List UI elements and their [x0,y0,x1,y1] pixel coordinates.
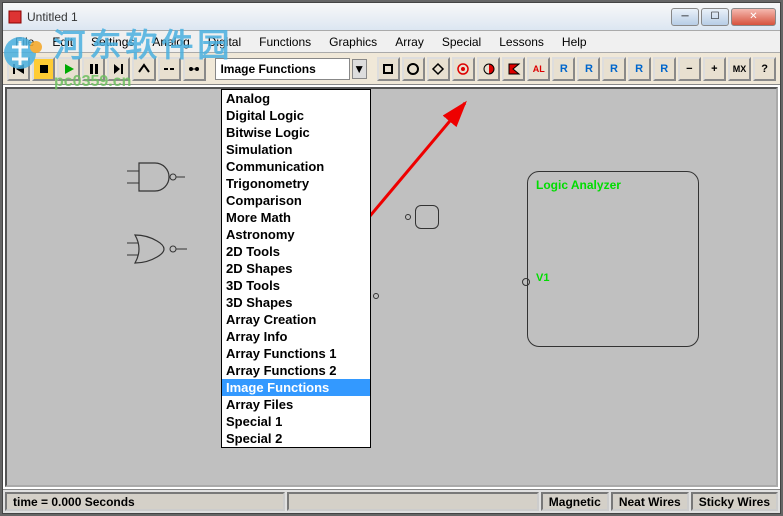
titlebar: Untitled 1 ─ ☐ ✕ [3,3,780,31]
menu-digital[interactable]: Digital [200,33,249,51]
status-time: time = 0.000 Seconds [5,492,285,511]
toolbar: Image Functions ▼ AL R R R R R − + MX ? [3,53,780,85]
dropdown-item-trigonometry[interactable]: Trigonometry [222,175,370,192]
status-magnetic[interactable]: Magnetic [541,492,609,511]
tool-plus-button[interactable]: + [703,57,726,81]
tool-r5-button[interactable]: R [653,57,676,81]
dropdown-item-2d-tools[interactable]: 2D Tools [222,243,370,260]
rewind-button[interactable] [7,57,30,81]
functions-dropdown-list: Analog Digital Logic Bitwise Logic Simul… [221,89,371,448]
dropdown-item-communication[interactable]: Communication [222,158,370,175]
dropdown-item-array-info[interactable]: Array Info [222,328,370,345]
dropdown-item-image-functions[interactable]: Image Functions [222,379,370,396]
tool-r4-button[interactable]: R [628,57,651,81]
functions-dropdown-value: Image Functions [220,62,315,76]
menu-functions[interactable]: Functions [251,33,319,51]
window-title: Untitled 1 [27,10,671,24]
dropdown-item-astronomy[interactable]: Astronomy [222,226,370,243]
logic-analyzer-port-icon [522,278,530,286]
logic-analyzer[interactable]: Logic Analyzer V1 [527,171,699,347]
dropdown-item-2d-shapes[interactable]: 2D Shapes [222,260,370,277]
canvas[interactable]: Analog Digital Logic Bitwise Logic Simul… [5,87,778,487]
status-neat-wires[interactable]: Neat Wires [611,492,689,511]
dropdown-item-special-2[interactable]: Special 2 [222,430,370,447]
connect-button[interactable] [183,57,206,81]
functions-dropdown[interactable]: Image Functions [215,58,349,80]
menu-file[interactable]: File [7,33,42,51]
statusbar: time = 0.000 Seconds Magnetic Neat Wires… [3,489,780,513]
maximize-button[interactable]: ☐ [701,8,729,26]
small-block[interactable] [415,205,439,229]
step-button[interactable] [107,57,130,81]
tool-r3-button[interactable]: R [602,57,625,81]
tool-target-button[interactable] [452,57,475,81]
functions-dropdown-arrow[interactable]: ▼ [352,59,367,79]
menu-array[interactable]: Array [387,33,432,51]
dropdown-item-simulation[interactable]: Simulation [222,141,370,158]
menu-edit[interactable]: Edit [44,33,81,51]
close-button[interactable]: ✕ [731,8,776,26]
tool-half-button[interactable] [477,57,500,81]
dropdown-item-more-math[interactable]: More Math [222,209,370,226]
menubar: File Edit Settings Analog Digital Functi… [3,31,780,53]
tool-help-button[interactable]: ? [753,57,776,81]
logic-analyzer-port-label: V1 [536,272,549,284]
step-over-button[interactable] [132,57,155,81]
status-sticky-wires[interactable]: Sticky Wires [691,492,778,511]
dropdown-item-bitwise-logic[interactable]: Bitwise Logic [222,124,370,141]
app-icon [7,9,23,25]
status-spacer [287,492,539,511]
tool-diamond-button[interactable] [427,57,450,81]
dropdown-item-special-1[interactable]: Special 1 [222,413,370,430]
dropdown-item-array-files[interactable]: Array Files [222,396,370,413]
dropdown-item-3d-shapes[interactable]: 3D Shapes [222,294,370,311]
tool-mx-button[interactable]: MX [728,57,751,81]
dropdown-item-comparison[interactable]: Comparison [222,192,370,209]
menu-help[interactable]: Help [554,33,595,51]
tool-minus-button[interactable]: − [678,57,701,81]
tool-flag-button[interactable] [502,57,525,81]
play-button[interactable] [57,57,80,81]
logic-analyzer-title: Logic Analyzer [528,172,698,198]
pause-button[interactable] [82,57,105,81]
menu-graphics[interactable]: Graphics [321,33,385,51]
dropdown-item-array-functions-1[interactable]: Array Functions 1 [222,345,370,362]
small-block-pin [405,214,411,220]
menu-special[interactable]: Special [434,33,489,51]
dropdown-item-3d-tools[interactable]: 3D Tools [222,277,370,294]
dropdown-item-analog[interactable]: Analog [222,90,370,107]
dropdown-item-digital-logic[interactable]: Digital Logic [222,107,370,124]
break-button[interactable] [158,57,181,81]
menu-analog[interactable]: Analog [144,33,197,51]
tool-r1-button[interactable]: R [552,57,575,81]
nor-gate-1[interactable] [127,231,193,267]
tool-circle-button[interactable] [402,57,425,81]
loose-pin [373,293,379,299]
dropdown-item-array-functions-2[interactable]: Array Functions 2 [222,362,370,379]
menu-settings[interactable]: Settings [83,33,142,51]
tool-box-button[interactable] [377,57,400,81]
minimize-button[interactable]: ─ [671,8,699,26]
nand-gate-1[interactable] [127,159,187,195]
dropdown-item-array-creation[interactable]: Array Creation [222,311,370,328]
menu-lessons[interactable]: Lessons [491,33,552,51]
stop-button[interactable] [32,57,55,81]
tool-r2-button[interactable]: R [577,57,600,81]
tool-al-button[interactable]: AL [527,57,550,81]
